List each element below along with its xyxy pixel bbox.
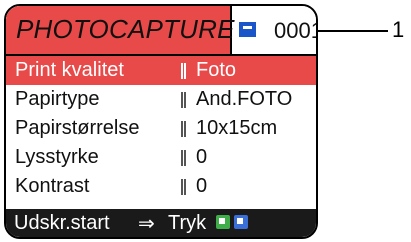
menu-item-value: 10x15cm — [196, 117, 278, 139]
menu-item-kontrast[interactable]: Kontrast 0 — [6, 172, 316, 201]
menu-item-value: 0 — [196, 175, 208, 197]
status-text: Udskr.start — [14, 212, 110, 234]
divider — [181, 150, 186, 166]
copy-icon — [239, 22, 256, 37]
screen-title: PHOTOCAPTURE — [16, 14, 235, 44]
menu-item-value: Foto — [196, 59, 237, 81]
green-start-button-icon — [216, 215, 230, 229]
menu-item-print-kvalitet[interactable]: Print kvalitet Foto — [6, 56, 316, 85]
title-bar: PHOTOCAPTURE 0001 — [6, 6, 316, 56]
menu-item-papirstorrelse[interactable]: Papirstørrelse 10x15cm — [6, 114, 316, 143]
copy-counter: 0001 — [274, 18, 316, 43]
right-arrow-icon: ⇒ — [138, 211, 155, 235]
divider — [181, 179, 186, 195]
divider — [181, 63, 186, 79]
menu-item-label: Lysstyrke — [15, 146, 99, 168]
status-action: Tryk — [168, 212, 207, 234]
callout-line — [318, 30, 388, 32]
menu-item-lysstyrke[interactable]: Lysstyrke 0 — [6, 143, 316, 172]
menu-item-label: Papirtype — [15, 88, 100, 110]
lcd-screen: PHOTOCAPTURE 0001 Print kvalitet Foto Pa… — [4, 4, 318, 239]
blue-start-button-icon — [234, 215, 248, 229]
menu-item-papirtype[interactable]: Papirtype And.FOTO — [6, 85, 316, 114]
menu-item-label: Print kvalitet — [15, 59, 124, 81]
menu-list: Print kvalitet Foto Papirtype And.FOTO P… — [6, 56, 316, 201]
menu-item-value: 0 — [196, 146, 208, 168]
title-box: PHOTOCAPTURE — [6, 6, 235, 54]
divider — [181, 92, 186, 108]
divider — [181, 121, 186, 137]
menu-item-label: Papirstørrelse — [15, 117, 140, 139]
callout-number: 1 — [392, 17, 405, 42]
menu-item-label: Kontrast — [15, 175, 90, 197]
status-bar: Udskr.start ⇒ Tryk — [6, 209, 316, 237]
menu-item-value: And.FOTO — [196, 88, 293, 110]
